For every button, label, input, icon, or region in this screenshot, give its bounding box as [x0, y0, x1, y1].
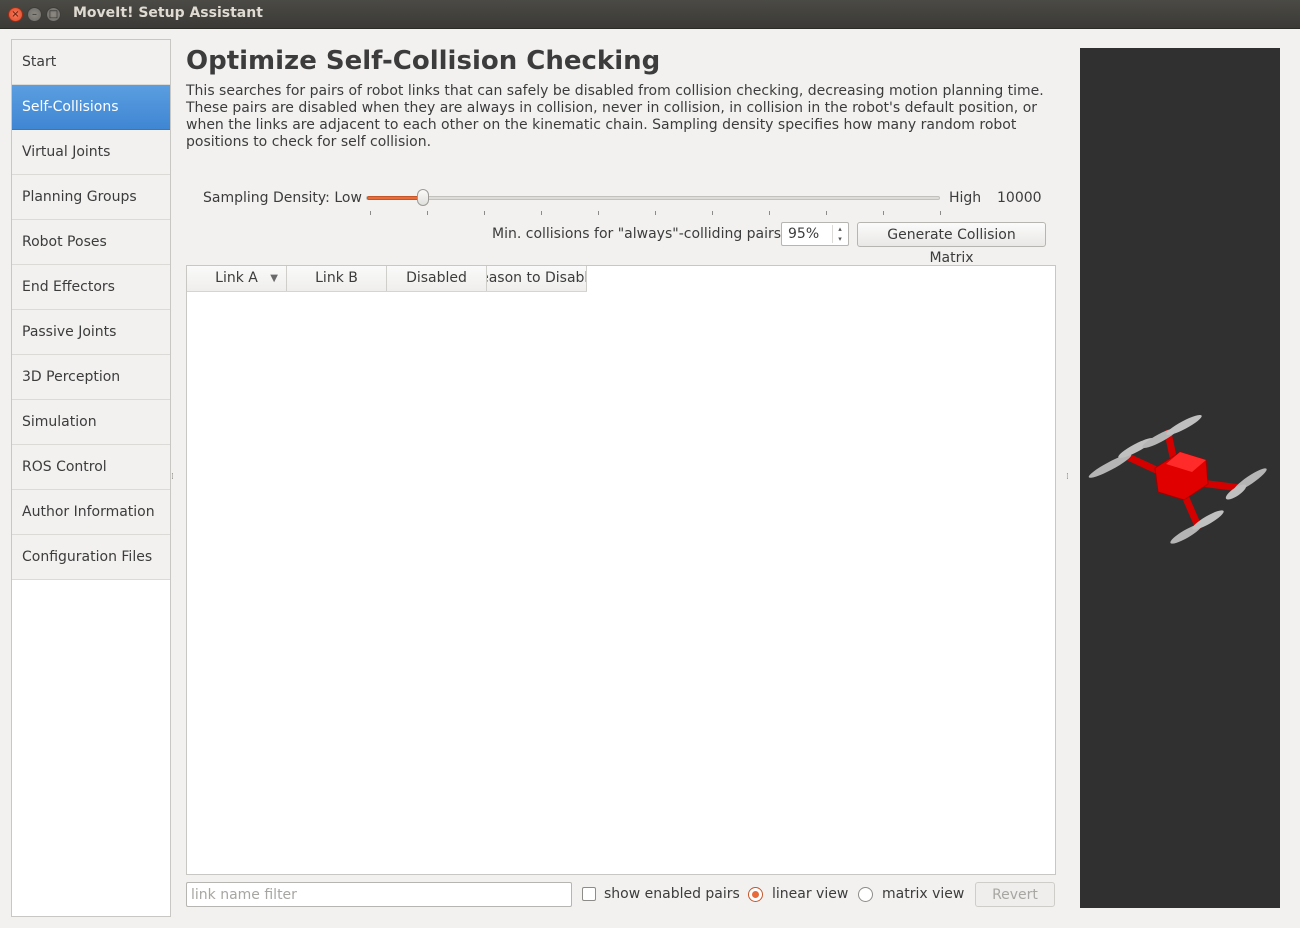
spin-down-icon[interactable]: ▾ — [834, 235, 846, 243]
collision-table[interactable]: Link A ▼ Link B Disabled Reason to Disab… — [186, 265, 1056, 875]
slider-tick — [598, 211, 599, 215]
column-label: Link B — [315, 270, 358, 286]
sidebar-item-self-collisions[interactable]: Self-Collisions — [12, 85, 170, 130]
sidebar-item-configuration-files[interactable]: Configuration Files — [12, 535, 170, 580]
slider-tick — [655, 211, 656, 215]
sidebar-item-ros-control[interactable]: ROS Control — [12, 445, 170, 490]
slider-tick — [940, 211, 941, 215]
splitter-handle-left[interactable]: ⁞ — [171, 472, 174, 482]
slider-tick — [484, 211, 485, 215]
show-enabled-pairs-label: show enabled pairs — [604, 886, 740, 902]
table-header: Link A ▼ Link B Disabled Reason to Disab… — [187, 266, 587, 292]
min-collisions-value: 95% — [788, 226, 820, 242]
page-title: Optimize Self-Collision Checking — [186, 46, 661, 76]
sidebar-item-virtual-joints[interactable]: Virtual Joints — [12, 130, 170, 175]
sampling-density-label: Sampling Density: Low — [203, 190, 362, 206]
linear-view-label: linear view — [772, 886, 849, 902]
column-link-b[interactable]: Link B — [287, 266, 387, 291]
sidebar-item-3d-perception[interactable]: 3D Perception — [12, 355, 170, 400]
close-icon[interactable]: × — [8, 7, 23, 22]
sidebar-item-passive-joints[interactable]: Passive Joints — [12, 310, 170, 355]
link-name-filter-input[interactable] — [186, 882, 572, 907]
slider-tick — [712, 211, 713, 215]
generate-collision-matrix-button[interactable]: Generate Collision Matrix — [857, 222, 1046, 266]
column-label: Link A — [215, 270, 258, 286]
slider-handle[interactable] — [417, 189, 429, 206]
sampling-density-value: 10000 — [997, 190, 1042, 206]
column-label: Reason to Disable — [487, 270, 586, 286]
title-bar: × – □ MoveIt! Setup Assistant — [0, 0, 1300, 29]
column-disabled[interactable]: Disabled — [387, 266, 487, 291]
slider-tick — [427, 211, 428, 215]
linear-view-radio[interactable] — [748, 887, 763, 902]
slider-tick — [826, 211, 827, 215]
robot-3d-viewport[interactable] — [1080, 48, 1280, 908]
min-collisions-spinbox[interactable]: 95% ▴ ▾ — [781, 222, 849, 246]
minimize-icon[interactable]: – — [27, 7, 42, 22]
spin-up-icon[interactable]: ▴ — [834, 225, 846, 233]
propeller — [1166, 414, 1202, 436]
sidebar-item-author-information[interactable]: Author Information — [12, 490, 170, 535]
slider-tick — [370, 211, 371, 215]
sampling-density-slider[interactable] — [366, 196, 940, 200]
column-link-a[interactable]: Link A ▼ — [187, 266, 287, 291]
slider-tick — [883, 211, 884, 215]
sampling-high-label: High — [949, 190, 982, 206]
slider-fill — [367, 196, 424, 200]
show-enabled-pairs-checkbox[interactable] — [582, 887, 596, 901]
splitter-handle-right[interactable]: ⁞ — [1066, 472, 1069, 482]
spin-separator — [832, 225, 833, 243]
sidebar-item-robot-poses[interactable]: Robot Poses — [12, 220, 170, 265]
column-reason[interactable]: Reason to Disable — [487, 266, 587, 291]
min-collisions-label: Min. collisions for "always"-colliding p… — [492, 226, 786, 242]
maximize-icon[interactable]: □ — [46, 7, 61, 22]
matrix-view-label: matrix view — [882, 886, 965, 902]
slider-tick — [769, 211, 770, 215]
sidebar: Start Self-Collisions Virtual Joints Planni… — [11, 39, 171, 917]
sidebar-item-planning-groups[interactable]: Planning Groups — [12, 175, 170, 220]
revert-button[interactable]: Revert — [975, 882, 1055, 907]
sidebar-item-end-effectors[interactable]: End Effectors — [12, 265, 170, 310]
matrix-view-radio[interactable] — [858, 887, 873, 902]
sort-chevron-down-icon: ▼ — [270, 273, 278, 284]
window-title: MoveIt! Setup Assistant — [73, 5, 263, 21]
sidebar-item-start[interactable]: Start — [12, 40, 170, 85]
slider-tick — [541, 211, 542, 215]
column-label: Disabled — [406, 270, 467, 286]
sidebar-item-simulation[interactable]: Simulation — [12, 400, 170, 445]
page-description: This searches for pairs of robot links t… — [186, 83, 1044, 150]
robot-model — [1088, 414, 1267, 544]
